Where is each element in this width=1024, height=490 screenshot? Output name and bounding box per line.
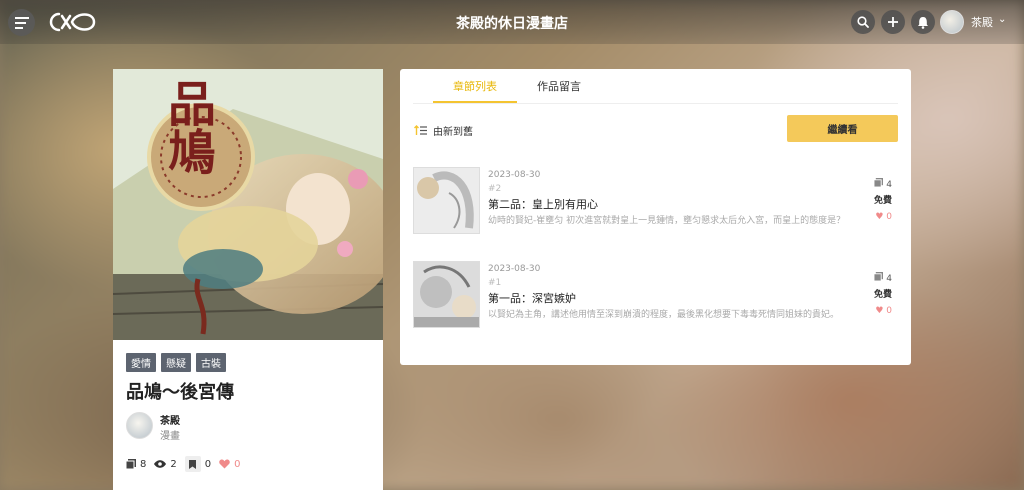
bookmark-count[interactable]: 0 [184, 456, 211, 472]
chapter-date: 2023-08-30 [488, 264, 541, 274]
pages-icon [126, 459, 136, 469]
sort-icon [414, 125, 427, 135]
chapter-number: #2 [488, 184, 502, 194]
tag[interactable]: 古裝 [196, 353, 226, 372]
view-count: 2 [154, 459, 177, 470]
notification-button[interactable] [911, 10, 935, 34]
manga-cover-image: 品鳩 [113, 69, 383, 340]
page-count: 4 [873, 177, 892, 193]
price-label: 免費 [873, 290, 892, 300]
chapter-count: 8 [126, 459, 146, 470]
tag[interactable]: 懸疑 [161, 353, 191, 372]
genre-tags: 愛情 懸疑 古裝 [126, 353, 226, 372]
pages-icon [873, 272, 884, 282]
add-button[interactable] [881, 10, 905, 34]
menu-button[interactable] [8, 9, 35, 36]
bookmark-icon [189, 459, 197, 469]
like-count[interactable]: 0 [219, 459, 241, 470]
chapter-thumbnail[interactable] [413, 167, 480, 234]
chapter-like[interactable]: ♥ 0 [874, 209, 892, 225]
chapter-panel: 章節列表 作品留言 由新到舊 繼續看 2023-08-30 #2 第二品：皇上別… [400, 69, 911, 365]
tab-chapter-list[interactable]: 章節列表 [433, 69, 517, 103]
user-avatar[interactable] [940, 10, 964, 34]
list-item[interactable]: 2023-08-30 #2 第二品：皇上別有用心 幼時的賢妃-崔壅匀 初次進宮就… [413, 167, 898, 237]
top-bar: 茶殿的休日漫畫店 茶殿 ⌄ [0, 0, 1024, 44]
tag[interactable]: 愛情 [126, 353, 156, 372]
chapter-description: 幼時的賢妃-崔壅匀 初次進宮就對皇上一見鍾情，壅匀懇求太后允入宮，而皇上的態度是… [488, 216, 846, 226]
author-name[interactable]: 茶殿 [160, 412, 180, 427]
bell-icon [918, 16, 928, 29]
chapter-like[interactable]: ♥ 0 [874, 303, 892, 319]
continue-reading-button[interactable]: 繼續看 [787, 115, 898, 142]
chapter-thumbnail[interactable] [413, 261, 480, 328]
pages-icon [873, 178, 884, 188]
page-count: 4 [873, 271, 892, 287]
tab-comments[interactable]: 作品留言 [517, 69, 601, 103]
chapter-title[interactable]: 第二品：皇上別有用心 [488, 196, 598, 212]
price-label: 免費 [873, 196, 892, 206]
chapter-number: #1 [488, 278, 502, 288]
sort-label: 由新到舊 [433, 127, 473, 138]
heart-icon [219, 459, 230, 469]
panel-tabs: 章節列表 作品留言 [413, 69, 898, 104]
eye-icon [154, 460, 167, 468]
site-logo[interactable] [42, 8, 98, 36]
cover-title-calligraphy: 品鳩 [159, 79, 215, 175]
chapter-description: 以賢妃為主角，講述他用情至深到崩潰的程度，最後黑化想要下毒毒死情同姐妹的貴妃。 [488, 310, 840, 320]
search-icon [857, 16, 869, 28]
search-button[interactable] [851, 10, 875, 34]
chapter-meta: 4 免費 ♥ 0 [873, 177, 892, 225]
chevron-down-icon[interactable]: ⌄ [998, 14, 1006, 25]
list-item[interactable]: 2023-08-30 #1 第一品：深宮嫉妒 以賢妃為主角，講述他用情至深到崩潰… [413, 261, 898, 331]
manga-stats: 8 2 0 0 [126, 456, 241, 472]
chapter-date: 2023-08-30 [488, 170, 541, 180]
manga-info-card: 品鳩 愛情 懸疑 古裝 品鳩〜後宮傳 茶殿 漫畫 8 2 0 0 [113, 69, 383, 490]
username[interactable]: 茶殿 [971, 14, 993, 30]
hamburger-icon [14, 16, 29, 29]
author-avatar[interactable] [126, 412, 153, 439]
chapter-meta: 4 免費 ♥ 0 [873, 271, 892, 319]
author-role: 漫畫 [160, 431, 180, 442]
plus-icon [888, 17, 898, 27]
sort-toggle[interactable]: 由新到舊 [414, 123, 473, 138]
chapter-title[interactable]: 第一品：深宮嫉妒 [488, 290, 576, 306]
manga-title: 品鳩〜後宮傳 [126, 382, 234, 403]
